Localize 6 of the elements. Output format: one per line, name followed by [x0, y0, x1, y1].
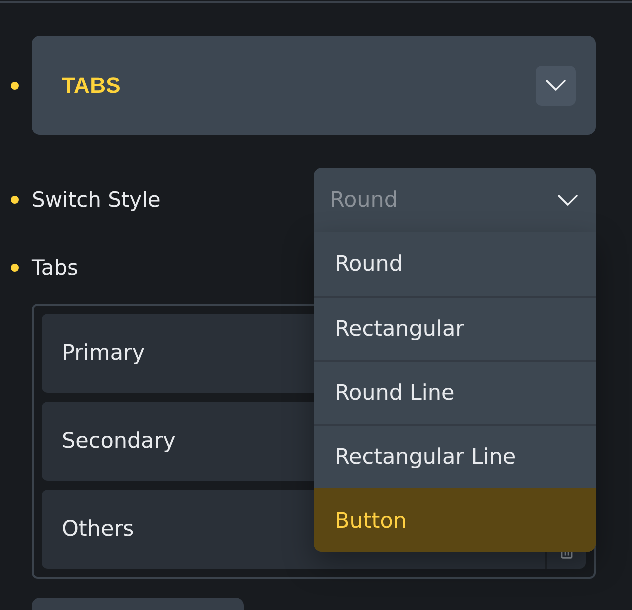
field-label: Switch Style — [32, 188, 161, 212]
item-label: Primary — [62, 341, 146, 366]
item-label: Secondary — [62, 429, 176, 454]
item-label: Others — [62, 517, 134, 542]
field-label: Tabs — [32, 256, 78, 280]
section-title: TABS — [62, 72, 122, 98]
